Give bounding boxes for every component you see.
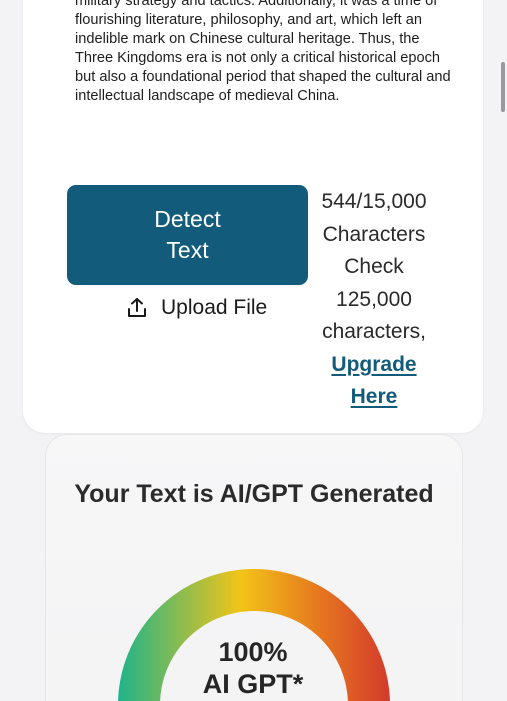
scrollbar[interactable] [501,62,505,112]
check-text-1: Check [344,255,404,278]
gauge-kind: AI GPT* [202,669,304,699]
gauge-readout: 100% AI GPT* [155,636,351,700]
page: military strategy and tactics. Additiona… [0,0,507,701]
result-title: Your Text is AI/GPT Generated [74,480,434,508]
detect-text-button[interactable]: Detect Text [67,185,308,285]
upgrade-link[interactable]: Upgrade [331,353,416,376]
character-count: 544/15,000 [321,190,427,213]
upload-file-button[interactable]: Upload File [125,292,267,324]
upgrade-link-here[interactable]: Here [351,385,398,408]
check-text-3: characters, [322,320,426,343]
input-text[interactable]: military strategy and tactics. Additiona… [75,0,455,106]
gauge-percent: 100% [218,637,288,667]
character-unit: Characters [322,222,426,246]
upload-file-label: Upload File [161,296,268,319]
check-text-2: 125,000 [336,287,412,311]
upload-icon [128,298,146,317]
character-counter: 544/15,000 Characters Check 125,000 char… [312,186,436,414]
